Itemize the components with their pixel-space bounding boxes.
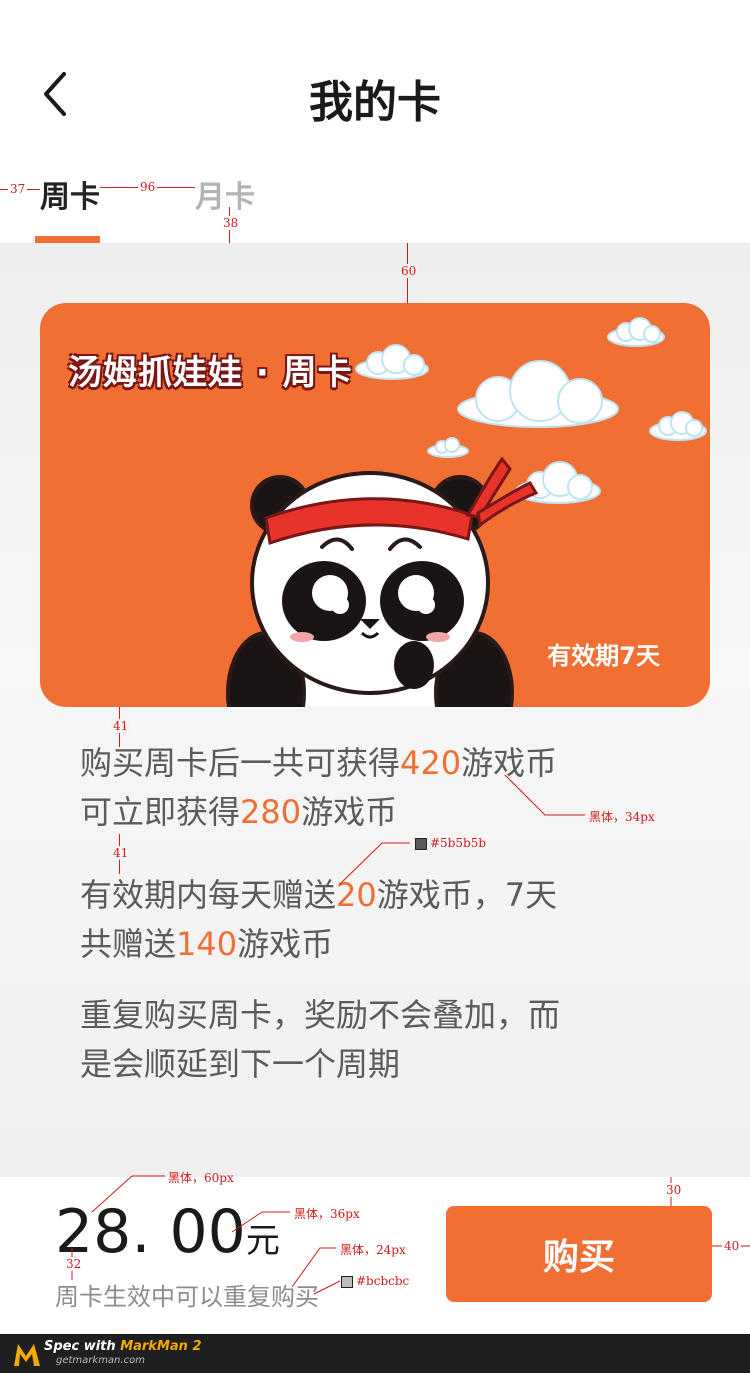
color-swatch [415, 838, 427, 850]
spec-label: 黑体，34px [589, 810, 655, 824]
spec-label: 黑体，60px [168, 1171, 234, 1185]
spec-label: #bcbcbc [356, 1274, 410, 1288]
color-swatch [341, 1276, 353, 1288]
spec-label: #5b5b5b [430, 836, 487, 850]
spec-label: 黑体，36px [294, 1207, 360, 1221]
markman-url: getmarkman.com [56, 1355, 145, 1366]
spec-label: 32 [64, 1257, 84, 1271]
spec-label: 黑体，24px [340, 1243, 406, 1257]
spec-label: 40 [722, 1239, 742, 1253]
spec-label: 30 [664, 1183, 684, 1197]
brand-text: Spec with [44, 1339, 116, 1354]
brand-product: MarkMan 2 [120, 1339, 202, 1354]
markman-logo-icon [14, 1344, 40, 1366]
markman-brand: Spec with MarkMan 2 [44, 1339, 202, 1354]
spec-leader-lines [71, 774, 750, 1295]
